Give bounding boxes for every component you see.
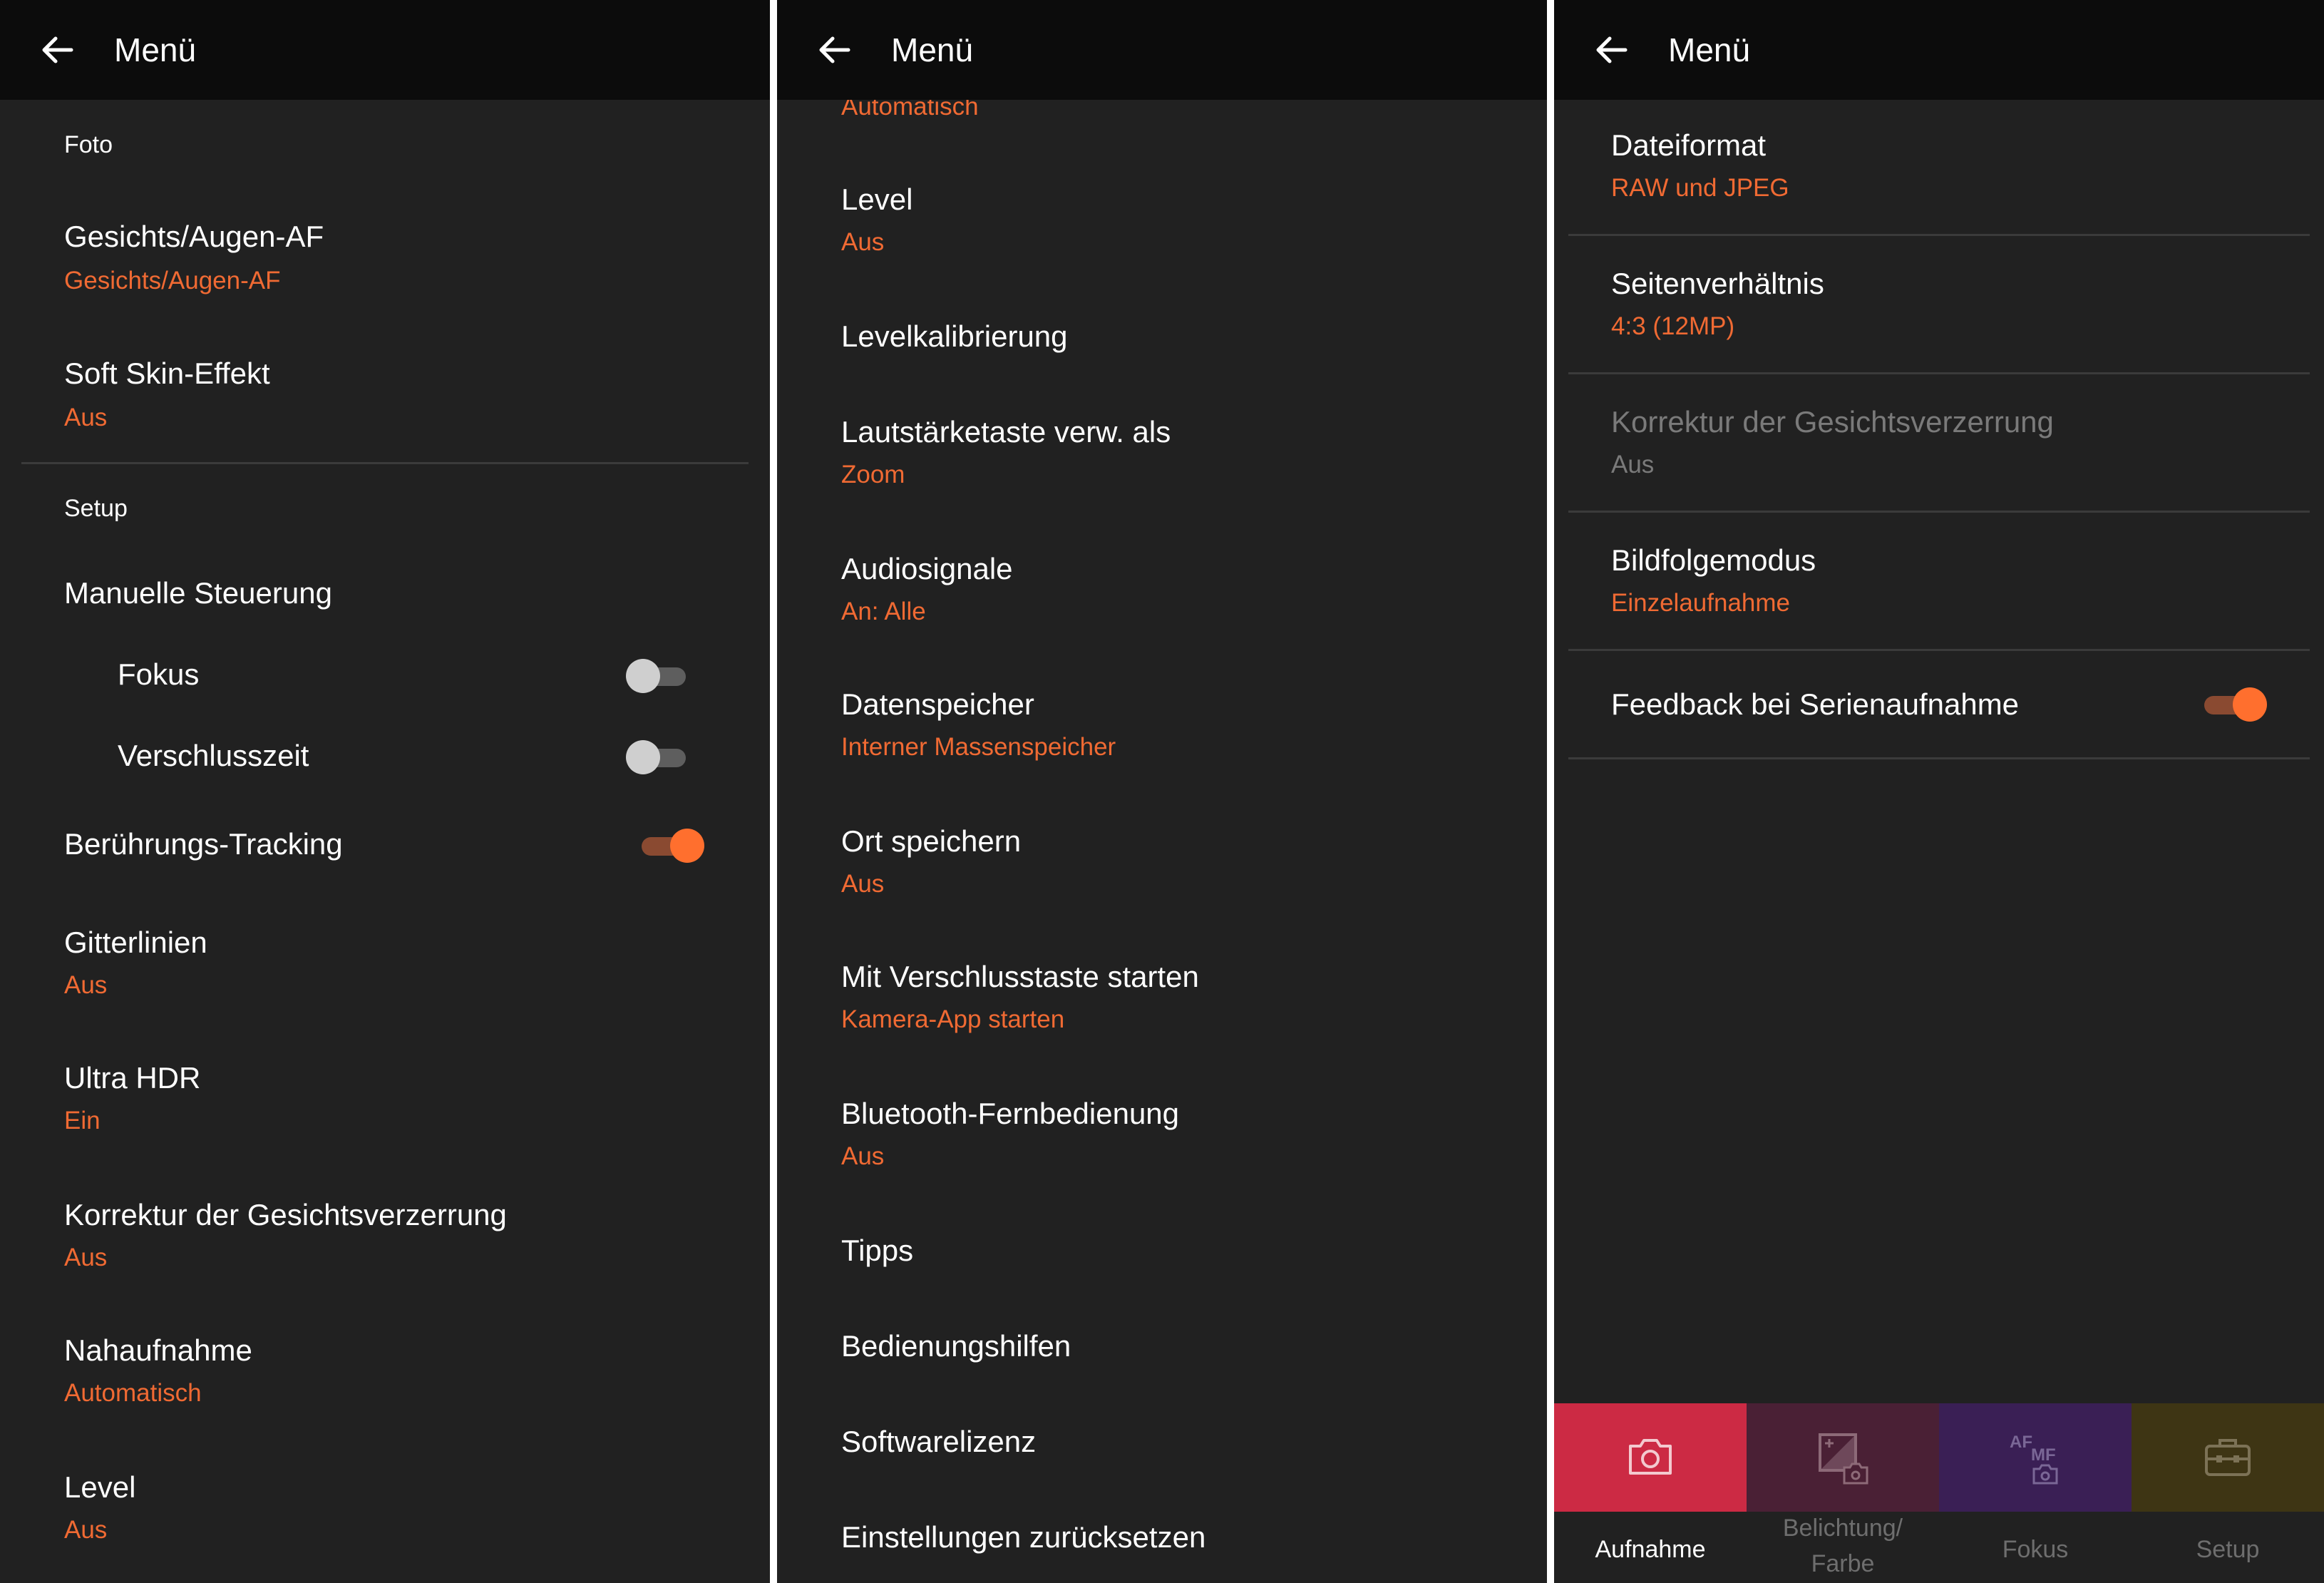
page-title: Menü (1668, 31, 1751, 68)
menu-item-label: Bluetooth-Fernbedienung (841, 1097, 1180, 1130)
camera-icon (1629, 1439, 1672, 1475)
menu-item-label: Mit Verschlusstaste starten (841, 960, 1199, 993)
menu-item-label: Bedienungshilfen (841, 1329, 1071, 1363)
menu-item-value: Aus (1611, 451, 1655, 478)
menu-item-label: Softwarelizenz (841, 1425, 1037, 1458)
menu-item-value: Ein (64, 1107, 101, 1134)
menu-item-label: Soft Skin-Effekt (64, 357, 270, 390)
menu-item-value: RAW und JPEG (1611, 174, 1789, 202)
verschlusszeit-toggle[interactable] (626, 739, 690, 774)
nav-tab-label: Aufnahme (1595, 1536, 1706, 1563)
menu-item-value: Aus (841, 228, 885, 256)
menu-item-value: Gesichts/Augen-AF (64, 267, 281, 294)
nav-tab-background (1554, 1403, 1747, 1512)
bottom-navigation: Aufnahme Belichtung/Farbe AF MF Fokus Se… (1554, 1403, 2324, 1583)
menu-item-value: Aus (841, 870, 885, 898)
menu-item-value: Zoom (841, 461, 905, 488)
nav-tab-label: Fokus (2002, 1536, 2069, 1563)
item-divider (1568, 372, 2310, 374)
menu-panel-foto-setup: Menü Foto Gesichts/Augen-AF Gesichts/Aug… (0, 0, 770, 1583)
fokus-label: Fokus (118, 657, 200, 691)
menu-panel-aufnahme: Menü Dateiformat RAW und JPEG Seitenverh… (1554, 0, 2324, 1583)
menu-item-label: Dateiformat (1611, 128, 1767, 162)
nav-tab-background (1747, 1403, 1939, 1512)
touch-tracking-label: Berührungs-Tracking (64, 827, 343, 861)
menu-item-label: Ultra HDR (64, 1061, 201, 1095)
menu-item-label: Level (64, 1470, 136, 1504)
feedback-label: Feedback bei Serienaufnahme (1611, 687, 2020, 721)
menu-item-label: Korrektur der Gesichtsverzerrung (64, 1198, 507, 1231)
item-divider (1568, 649, 2310, 651)
menu-item-value: An: Alle (841, 598, 926, 625)
nav-tab-setup[interactable]: Setup (2132, 1403, 2324, 1583)
menu-item-value: Aus (64, 971, 108, 999)
menu-item-value: Kamera-App starten (841, 1005, 1065, 1033)
menu-item-label: Nahaufnahme (64, 1333, 252, 1367)
menu-item-value: Einzelaufnahme (1611, 589, 1790, 617)
menu-item-value: Interner Massenspeicher (841, 733, 1116, 761)
menu-item-label: Seitenverhältnis (1611, 267, 1824, 300)
section-header-foto: Foto (64, 131, 113, 158)
menu-item-label: Gitterlinien (64, 926, 207, 959)
menu-item-label: Datenspeicher (841, 687, 1034, 721)
verschlusszeit-label: Verschlusszeit (118, 739, 309, 772)
menu-item-label: Level (841, 183, 913, 216)
menu-item-label: Audiosignale (841, 552, 1013, 585)
menu-panel-setup-scrolled: Menü Automatisch Level Aus Levelkalibrie… (777, 0, 1547, 1583)
app-bar: Menü (0, 0, 770, 100)
menu-item-label: Bildfolgemodus (1611, 543, 1816, 577)
nav-tab-background (2132, 1403, 2324, 1512)
back-arrow-icon[interactable] (817, 36, 851, 64)
touch-tracking-toggle[interactable] (639, 827, 704, 863)
page-title: Menü (891, 31, 974, 68)
menu-item-value: 4:3 (12MP) (1611, 312, 1735, 340)
app-bar: Menü (777, 0, 1547, 100)
nav-tab-belichtung-farbe[interactable]: Belichtung/Farbe (1747, 1403, 1939, 1583)
nav-tab-background: AF MF (1939, 1403, 2132, 1512)
app-bar: Menü (1554, 0, 2324, 100)
item-divider (1568, 511, 2310, 513)
menu-item-value: Automatisch (64, 1379, 202, 1407)
manual-control-label: Manuelle Steuerung (64, 576, 332, 610)
svg-text:MF: MF (2031, 1445, 2056, 1465)
fokus-toggle[interactable] (626, 657, 690, 693)
nav-tab-aufnahme[interactable]: Aufnahme (1554, 1403, 1747, 1583)
menu-item-label: Ort speichern (841, 824, 1022, 858)
menu-item-label: Tipps (841, 1234, 914, 1267)
item-divider (1568, 757, 2310, 759)
section-divider (21, 462, 749, 464)
af-mf-camera-icon: AF MF (2010, 1433, 2058, 1485)
menu-item-label: Einstellungen zurücksetzen (841, 1520, 1206, 1554)
nav-tab-fokus[interactable]: AF MF Fokus (1939, 1403, 2132, 1583)
menu-item-value: Aus (64, 404, 108, 431)
menu-item-label: Lautstärketaste verw. als (841, 415, 1171, 449)
menu-item-value: Aus (64, 1516, 108, 1544)
back-arrow-icon[interactable] (1594, 36, 1628, 64)
item-divider (1568, 234, 2310, 236)
menu-item-value: Aus (841, 1142, 885, 1170)
menu-item-label: Gesichts/Augen-AF (64, 220, 324, 253)
menu-item-label: Korrektur der Gesichtsverzerrung (1611, 405, 2054, 439)
menu-item-label: Levelkalibrierung (841, 319, 1068, 353)
toolbox-icon (2205, 1439, 2251, 1476)
menu-item-value: Aus (64, 1244, 108, 1271)
nav-tab-label: Belichtung/Farbe (1782, 1515, 1903, 1577)
back-arrow-icon[interactable] (40, 36, 74, 64)
nav-tab-label: Setup (2196, 1536, 2260, 1563)
feedback-toggle[interactable] (2201, 686, 2267, 722)
section-header-setup: Setup (64, 495, 128, 522)
svg-text:AF: AF (2010, 1433, 2032, 1452)
page-title: Menü (114, 31, 197, 68)
exposure-camera-icon (1819, 1433, 1868, 1485)
